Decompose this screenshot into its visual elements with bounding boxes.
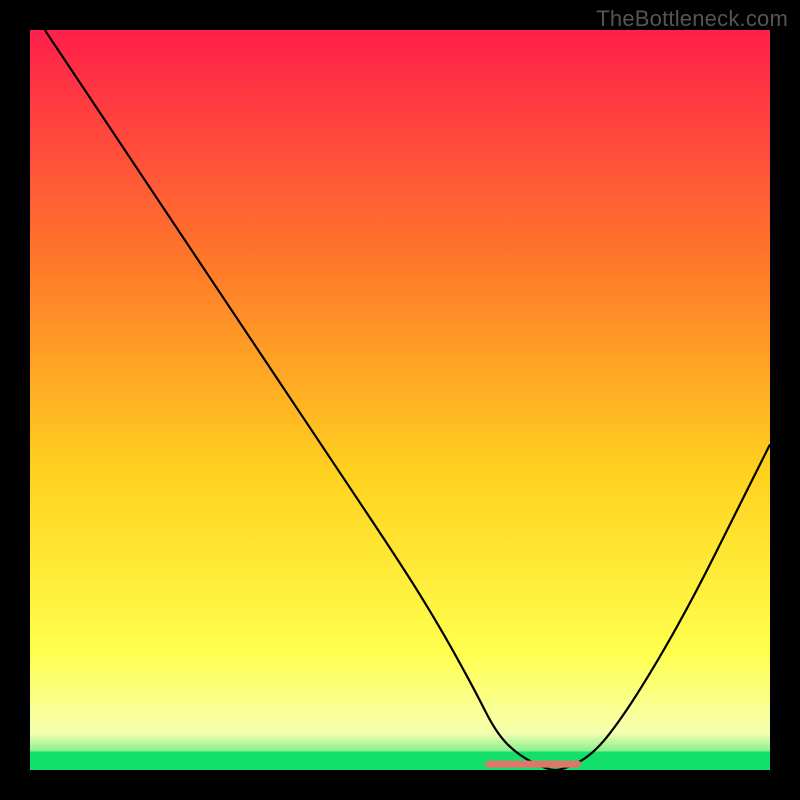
watermark-text: TheBottleneck.com	[596, 6, 788, 32]
green-band	[30, 752, 770, 771]
plot-area	[30, 30, 770, 770]
plot-svg	[30, 30, 770, 770]
chart-frame: TheBottleneck.com	[0, 0, 800, 800]
